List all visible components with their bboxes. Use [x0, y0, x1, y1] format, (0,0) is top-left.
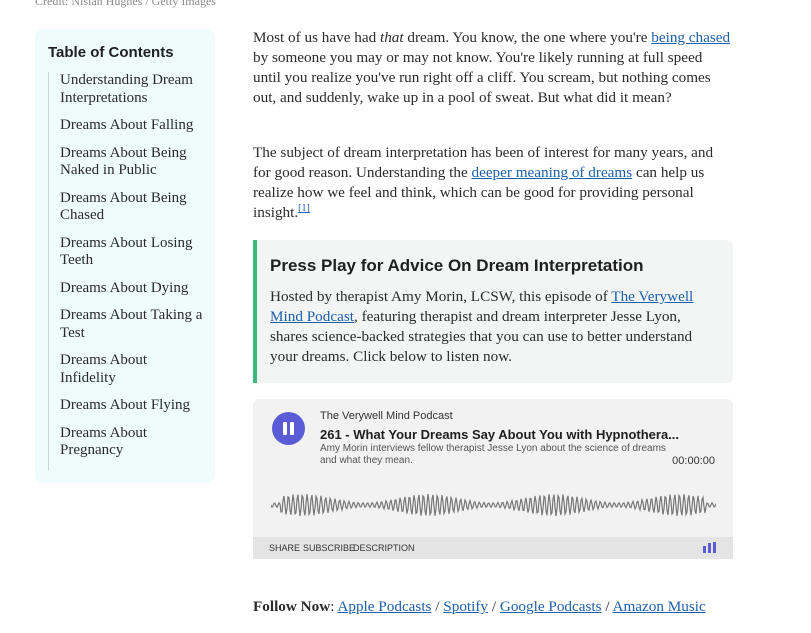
spotify-link[interactable]: Spotify [443, 598, 488, 615]
episode-description: Amy Morin interviews fellow therapist Je… [320, 443, 666, 466]
waveform[interactable] [271, 489, 716, 521]
follow-links: Follow Now: Apple Podcasts / Spotify / G… [253, 598, 706, 615]
toc-list: Understanding Dream Interpretations Drea… [48, 72, 206, 470]
amazon-music-link[interactable]: Amazon Music [613, 598, 706, 615]
toc-item-understanding[interactable]: Understanding Dream Interpretations [60, 72, 206, 107]
toc-item-teeth[interactable]: Dreams About Losing Teeth [60, 235, 206, 270]
being-chased-link[interactable]: being chased [651, 29, 730, 46]
apple-podcasts-link[interactable]: Apple Podcasts [337, 598, 431, 615]
google-podcasts-link[interactable]: Google Podcasts [500, 598, 602, 615]
callout-title: Press Play for Advice On Dream Interpret… [270, 256, 644, 275]
toc-title: Table of Contents [48, 44, 174, 61]
toc-item-chased[interactable]: Dreams About Being Chased [60, 190, 206, 225]
toc-item-infidelity[interactable]: Dreams About Infidelity [60, 352, 206, 387]
toc-item-naked[interactable]: Dreams About Being Naked in Public [60, 145, 206, 180]
deeper-meaning-link[interactable]: deeper meaning of dreams [471, 164, 632, 181]
episode-title[interactable]: 261 - What Your Dreams Say About You wit… [320, 427, 679, 442]
podcast-player: The Verywell Mind Podcast 261 - What You… [253, 399, 733, 559]
toc-item-pregnancy[interactable]: Dreams About Pregnancy [60, 425, 206, 460]
table-of-contents: Table of Contents Understanding Dream In… [35, 29, 215, 483]
subscribe-button[interactable]: SUBSCRIBE [303, 543, 355, 553]
toc-item-dying[interactable]: Dreams About Dying [60, 280, 206, 298]
image-credit: Credit: Nisian Hughes / Getty Images [35, 0, 216, 8]
waveform-line [271, 493, 716, 517]
playback-time: 00:00:00 [672, 455, 715, 467]
intro-paragraph: Most of us have had that dream. You know… [253, 29, 731, 106]
toc-item-test[interactable]: Dreams About Taking a Test [60, 307, 206, 342]
description-button[interactable]: DESCRIPTION [353, 543, 415, 553]
pause-icon[interactable] [272, 412, 305, 445]
second-paragraph: The subject of dream interpretation has … [253, 144, 714, 221]
toc-item-falling[interactable]: Dreams About Falling [60, 117, 206, 135]
follow-label: Follow Now [253, 598, 331, 615]
podcast-callout: Press Play for Advice On Dream Interpret… [253, 240, 733, 383]
citation-link[interactable]: [1] [298, 203, 310, 214]
callout-text: Hosted by therapist Amy Morin, LCSW, thi… [270, 288, 694, 365]
toc-item-flying[interactable]: Dreams About Flying [60, 397, 206, 415]
audio-bars-icon [703, 542, 716, 553]
article-body: Most of us have had that dream. You know… [253, 28, 733, 223]
podcast-show-name: The Verywell Mind Podcast [320, 410, 453, 422]
player-toolbar: SHARE SUBSCRIBE DESCRIPTION [253, 537, 733, 559]
share-button[interactable]: SHARE [269, 543, 300, 553]
